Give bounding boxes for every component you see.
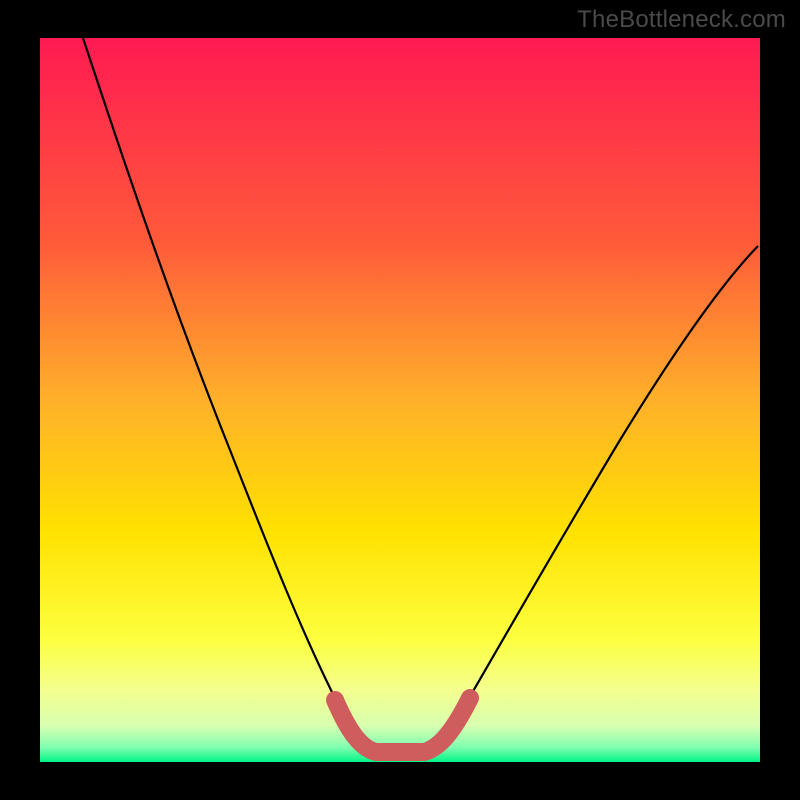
watermark-text: TheBottleneck.com xyxy=(577,6,786,34)
chart-svg xyxy=(0,0,800,800)
plot-background xyxy=(40,38,760,762)
chart-frame: TheBottleneck.com xyxy=(0,0,800,800)
